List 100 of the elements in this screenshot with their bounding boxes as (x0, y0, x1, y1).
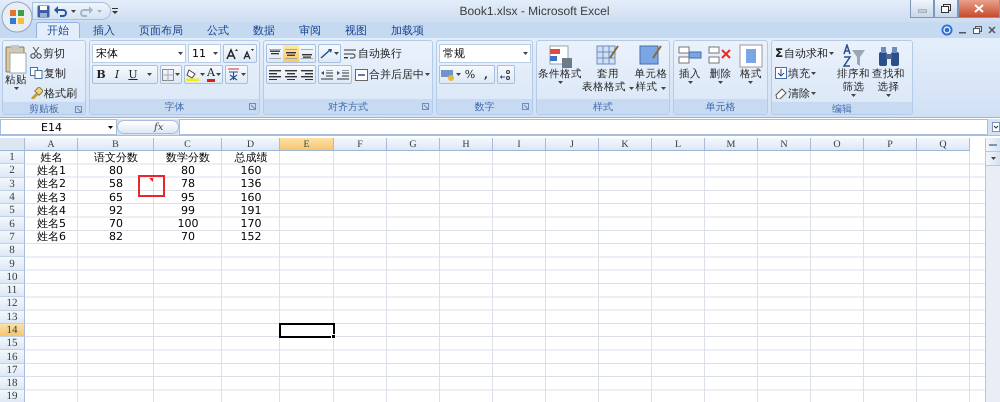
merge-center-button[interactable]: 合并后居中 (354, 66, 431, 84)
column-header[interactable]: F (334, 138, 387, 151)
cut-button[interactable]: 剪切 (29, 44, 78, 62)
borders-button[interactable] (161, 66, 181, 83)
caret-icon (97, 10, 102, 12)
paste-button[interactable]: 粘贴 (5, 44, 27, 102)
row-header[interactable]: 2 (0, 164, 25, 178)
row-header[interactable]: 4 (0, 190, 25, 204)
name-box[interactable]: E14 (0, 119, 117, 135)
insert-function-button[interactable]: fx (154, 122, 164, 132)
conditional-format-icon (548, 44, 572, 68)
underline-button[interactable]: U (125, 66, 141, 83)
caret-icon (829, 52, 834, 54)
column-header[interactable]: C (154, 138, 222, 151)
row-header[interactable]: 6 (0, 217, 25, 231)
row-header[interactable]: 10 (0, 270, 25, 284)
caret-icon (108, 126, 113, 128)
format-painter-button[interactable]: 格式刷 (29, 84, 78, 102)
sort-filter-button[interactable]: 排序和 筛选 (837, 44, 870, 102)
row-header[interactable]: 3 (0, 178, 25, 191)
column-header[interactable]: I (493, 138, 546, 151)
ribbon-tab[interactable]: 视图 (334, 22, 378, 38)
row-header[interactable]: 9 (0, 257, 25, 271)
column-header[interactable]: B (78, 138, 154, 151)
percent-button[interactable]: % (462, 66, 478, 83)
save-icon (37, 4, 50, 18)
row-header[interactable]: 19 (0, 390, 25, 402)
copy-button[interactable]: 复制 (29, 64, 78, 82)
column-header[interactable]: A (25, 138, 78, 151)
table-cell: 100 (178, 218, 198, 230)
ribbon-tab[interactable]: 数据 (242, 22, 286, 38)
font-name-field[interactable]: 宋体 (92, 44, 186, 63)
row-header[interactable]: 7 (0, 230, 25, 244)
merge-cells-icon (355, 68, 368, 80)
customize-menu-icon (111, 7, 119, 15)
table-cell: 78 (181, 178, 195, 190)
autosum-button[interactable]: Σ 自动求和 (774, 44, 836, 62)
column-header[interactable]: K (599, 138, 652, 151)
caret-icon (425, 73, 430, 76)
column-header[interactable]: J (546, 138, 599, 151)
row-header[interactable]: 17 (0, 364, 25, 378)
font-size-field[interactable]: 11 (188, 44, 221, 63)
row-header[interactable]: 1 (0, 151, 25, 164)
row-header[interactable]: 16 (0, 350, 25, 364)
formula-input[interactable] (179, 119, 988, 135)
ribbon-tab[interactable]: 开始 (36, 22, 80, 38)
column-header[interactable]: Q (917, 138, 970, 151)
table-cell: 80 (181, 164, 195, 177)
ribbon-tab[interactable]: 加载项 (380, 22, 435, 38)
column-header[interactable]: M (705, 138, 758, 151)
fill-button[interactable]: 填充 (774, 64, 836, 82)
style-button[interactable]: 单元格 样式 (634, 44, 668, 99)
row-header[interactable]: 12 (0, 297, 25, 311)
cells-button[interactable]: 删除 (708, 44, 732, 99)
row-header[interactable]: 11 (0, 284, 25, 298)
column-header[interactable]: O (811, 138, 864, 151)
table-cell: 语文分数 (94, 152, 138, 164)
caret-icon (334, 52, 339, 55)
table-cell: 152 (240, 231, 262, 244)
ribbon-tab[interactable]: 审阅 (288, 22, 332, 38)
ribbon-tab[interactable]: 页面布局 (128, 22, 194, 38)
row-header[interactable]: 8 (0, 244, 25, 258)
column-header[interactable]: H (440, 138, 493, 151)
row-header[interactable]: 15 (0, 337, 25, 350)
find-select-button[interactable]: 查找和 选择 (872, 44, 906, 102)
cells-button[interactable]: 格式 (738, 44, 763, 99)
vertical-scrollbar[interactable] (985, 138, 1000, 402)
vertical-align-button[interactable] (283, 45, 299, 62)
restore-button[interactable] (934, 0, 958, 18)
table-cell: 65 (109, 192, 123, 204)
ribbon-tab[interactable]: 插入 (82, 22, 126, 38)
column-header[interactable]: N (758, 138, 811, 151)
sort-filter-icon (842, 44, 866, 68)
comma-button[interactable]: , (478, 66, 494, 83)
close-button[interactable] (958, 0, 1000, 18)
number-format-field[interactable]: 常规 (439, 44, 531, 63)
column-header[interactable]: L (652, 138, 705, 151)
column-header[interactable]: E (280, 138, 334, 151)
table-cell: 191 (240, 204, 262, 217)
column-header[interactable]: D (222, 138, 280, 151)
bold-button[interactable]: B (93, 66, 109, 83)
column-header[interactable]: P (864, 138, 917, 151)
column-header[interactable]: G (387, 138, 440, 151)
row-header[interactable]: 5 (0, 204, 25, 218)
style-button[interactable]: 条件格式 (538, 44, 582, 99)
style-button[interactable]: 套用 表格格式 (582, 44, 634, 99)
clear-button[interactable]: 清除 (774, 84, 836, 102)
row-header[interactable]: 14 (0, 324, 25, 338)
table-cell: 136 (240, 178, 262, 190)
paint-bucket-icon (186, 68, 199, 81)
ribbon-tab[interactable]: 公式 (196, 22, 240, 38)
cells-button[interactable]: 插入 (678, 44, 702, 99)
italic-button[interactable]: I (109, 66, 125, 83)
row-header[interactable]: 18 (0, 377, 25, 390)
row-header[interactable]: 13 (0, 310, 25, 324)
table-cell: 姓名 (40, 152, 62, 164)
wrap-text-button[interactable]: 自动换行 (343, 44, 403, 62)
active-cell[interactable] (279, 322, 335, 338)
phonetic-button[interactable] (226, 66, 247, 83)
formula-bar-handle[interactable]: fx (117, 120, 179, 134)
